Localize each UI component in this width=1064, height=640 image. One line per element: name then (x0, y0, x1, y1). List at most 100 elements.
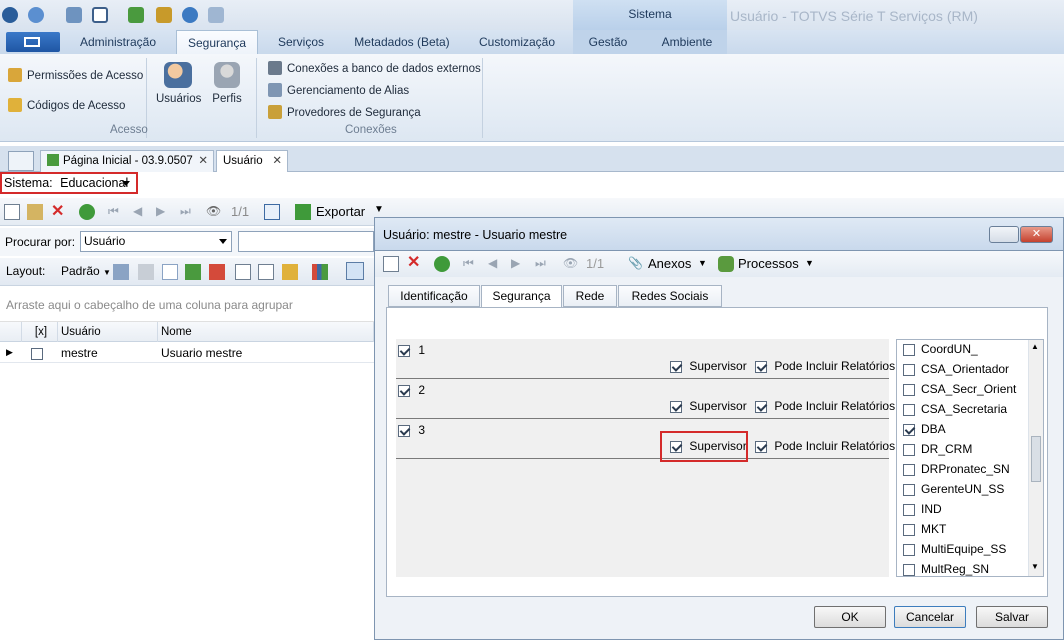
tab-servicos[interactable]: Serviços (266, 30, 336, 54)
sistema-selector[interactable]: Sistema: Educacional (0, 172, 138, 194)
tab-metadados[interactable]: Metadados (Beta) (346, 30, 458, 54)
profile-checkbox[interactable] (903, 383, 915, 396)
layout-tool-icon[interactable] (282, 264, 298, 280)
close-icon[interactable]: ✕ (198, 151, 208, 171)
copy-icon[interactable] (208, 7, 224, 23)
binoculars-icon[interactable]: 👁 (206, 204, 222, 220)
layout-tool-icon[interactable] (162, 264, 178, 280)
search-field-select[interactable]: Usuário (80, 231, 232, 252)
profile-checkbox[interactable] (903, 423, 915, 436)
tools-icon[interactable] (156, 7, 172, 23)
provedores-seguranca-button[interactable]: Provedores de Segurança (268, 105, 421, 119)
layout-tool-icon[interactable] (113, 264, 129, 280)
delete-icon[interactable]: ✕ (51, 204, 67, 220)
table-row[interactable]: ▶ mestre Usuario mestre (0, 343, 374, 363)
profile-list-item[interactable]: MultReg_SN (903, 562, 989, 576)
last-record-icon[interactable]: ⏭ (535, 256, 551, 272)
profile-list-item[interactable]: DBA (903, 422, 946, 442)
window-list-button[interactable] (8, 151, 34, 171)
profile-checkbox[interactable] (903, 503, 915, 516)
profile-checkbox[interactable] (903, 403, 915, 416)
layout-select[interactable]: Padrão ▼ (61, 264, 111, 278)
tab-seguranca-dialog[interactable]: Segurança (481, 285, 562, 308)
last-record-icon[interactable]: ⏭ (180, 204, 196, 220)
new-icon[interactable] (383, 256, 399, 272)
processos-button[interactable]: Processos (738, 256, 799, 271)
profile-list-item[interactable]: CSA_Secr_Orient (903, 382, 1016, 402)
supervisor-checkbox[interactable] (670, 400, 682, 413)
row-checkbox[interactable] (31, 347, 43, 360)
cancel-button[interactable]: Cancelar (894, 606, 966, 628)
window-icon[interactable] (66, 7, 82, 23)
exportar-button[interactable]: Exportar (316, 204, 365, 219)
scroll-thumb[interactable] (1031, 436, 1041, 482)
group-by-area[interactable]: Arraste aqui o cabeçalho de uma coluna p… (0, 290, 374, 322)
anexos-button[interactable]: Anexos (648, 256, 691, 271)
profile-checkbox[interactable] (903, 543, 915, 556)
layout-tool-icon[interactable] (258, 264, 274, 280)
profile-checkbox[interactable] (903, 343, 915, 356)
profile-list-item[interactable]: CoordUN_ (903, 342, 978, 362)
profile-checkbox[interactable] (903, 483, 915, 496)
profile-checkbox[interactable] (903, 363, 915, 376)
edit-icon[interactable] (27, 204, 43, 220)
grid-icon[interactable] (264, 204, 280, 220)
gerenciamento-alias-button[interactable]: Gerenciamento de Alias (268, 83, 409, 97)
context-checkbox[interactable] (398, 424, 410, 437)
next-record-icon[interactable]: ▶ (511, 256, 527, 272)
globe-icon[interactable] (28, 7, 44, 23)
col-header-usuario[interactable]: Usuário (58, 322, 158, 342)
conexoes-banco-button[interactable]: Conexões a banco de dados externos (268, 61, 481, 75)
delete-icon[interactable]: ✕ (407, 255, 423, 271)
relatorios-checkbox[interactable] (755, 360, 767, 373)
tab-redes-sociais[interactable]: Redes Sociais (618, 285, 722, 307)
profile-list-item[interactable]: CSA_Secretaria (903, 402, 1007, 422)
scroll-down-icon[interactable]: ▼ (1031, 562, 1039, 571)
col-header-select[interactable]: [x] (22, 322, 58, 342)
profile-list-item[interactable]: GerenteUN_SS (903, 482, 1004, 502)
profile-list-item[interactable]: DRPronatec_SN (903, 462, 1010, 482)
view-toggle-icon[interactable] (346, 262, 364, 280)
tab-seguranca[interactable]: Segurança (176, 30, 258, 54)
relatorios-checkbox[interactable] (755, 440, 767, 453)
file-menu-button[interactable] (6, 32, 60, 52)
context-checkbox[interactable] (398, 344, 410, 357)
profile-list-item[interactable]: CSA_Orientador (903, 362, 1009, 382)
codigos-acesso-button[interactable]: Códigos de Acesso (8, 98, 125, 112)
tab-rede[interactable]: Rede (563, 285, 617, 307)
perfis-button[interactable]: Perfis (210, 62, 244, 105)
tab-customizacao[interactable]: Customização (474, 30, 560, 54)
prev-record-icon[interactable]: ◀ (133, 204, 149, 220)
doc-tab-pagina-inicial[interactable]: Página Inicial - 03.9.0507 ✕ (40, 150, 214, 172)
new-icon[interactable] (4, 204, 20, 220)
profile-list-item[interactable]: MKT (903, 522, 946, 542)
permissoes-acesso-button[interactable]: Permissões de Acesso (8, 68, 143, 82)
first-record-icon[interactable]: ⏮ (463, 256, 479, 272)
layout-icon[interactable] (92, 7, 108, 23)
binoculars-icon[interactable]: 👁 (563, 256, 579, 272)
chevron-down-icon[interactable]: ▼ (698, 258, 707, 268)
chevron-down-icon[interactable]: ▼ (374, 204, 384, 215)
prev-record-icon[interactable]: ◀ (488, 256, 504, 272)
ok-button[interactable]: OK (814, 606, 886, 628)
tab-ambiente[interactable]: Ambiente (654, 30, 720, 54)
play-icon[interactable] (128, 7, 144, 23)
profile-checkbox[interactable] (903, 563, 915, 576)
first-record-icon[interactable]: ⏮ (108, 204, 124, 220)
scroll-up-icon[interactable]: ▲ (1031, 342, 1039, 351)
layout-tool-icon[interactable] (185, 264, 201, 280)
layout-tool-icon[interactable] (138, 264, 154, 280)
profile-list-item[interactable]: DR_CRM (903, 442, 972, 462)
context-checkbox[interactable] (398, 384, 410, 397)
chart-icon[interactable] (312, 264, 328, 280)
profile-list-item[interactable]: MultiEquipe_SS (903, 542, 1006, 562)
close-button[interactable]: ✕ (1020, 226, 1053, 243)
next-record-icon[interactable]: ▶ (156, 204, 172, 220)
doc-tab-usuario[interactable]: Usuário ✕ (216, 150, 288, 172)
profile-list-item[interactable]: IND (903, 502, 942, 522)
layout-tool-icon[interactable] (235, 264, 251, 280)
tab-identificacao[interactable]: Identificação (388, 285, 480, 307)
refresh-globe-icon[interactable] (182, 7, 198, 23)
save-button[interactable]: Salvar (976, 606, 1048, 628)
refresh-icon[interactable] (434, 256, 450, 272)
